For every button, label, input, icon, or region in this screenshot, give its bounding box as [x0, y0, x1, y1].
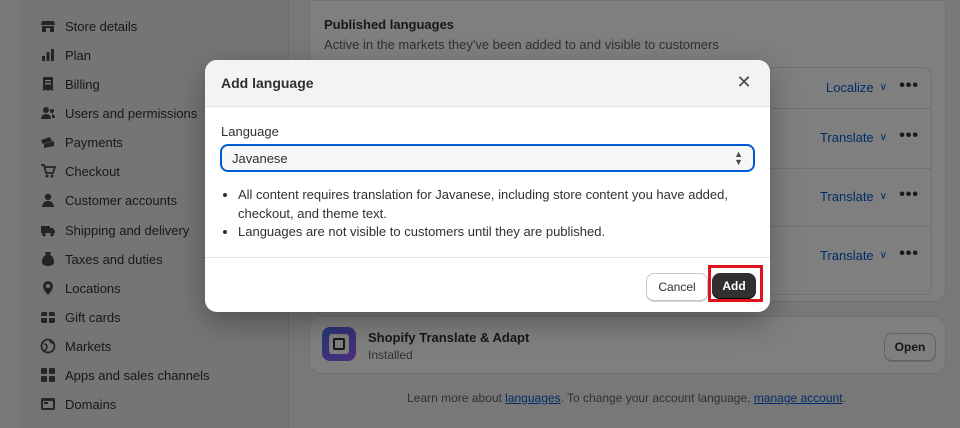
modal-title: Add language [221, 75, 314, 91]
cancel-button[interactable]: Cancel [646, 273, 708, 301]
selected-language: Javanese [232, 150, 288, 166]
add-language-modal: Add language ✕ Language Javanese ▲▼ All … [205, 60, 770, 312]
list-item: Languages are not visible to customers u… [238, 223, 748, 242]
divider [205, 257, 770, 258]
add-button[interactable]: Add [712, 273, 756, 299]
language-select[interactable]: Javanese ▲ ▼ [220, 144, 755, 172]
info-list: All content requires translation for Jav… [221, 186, 748, 242]
language-field-label: Language [221, 124, 279, 139]
modal-header: Add language ✕ [205, 60, 770, 107]
select-arrows-icon: ▲ ▼ [734, 149, 743, 167]
list-item: All content requires translation for Jav… [238, 186, 748, 223]
close-icon[interactable]: ✕ [734, 72, 754, 92]
